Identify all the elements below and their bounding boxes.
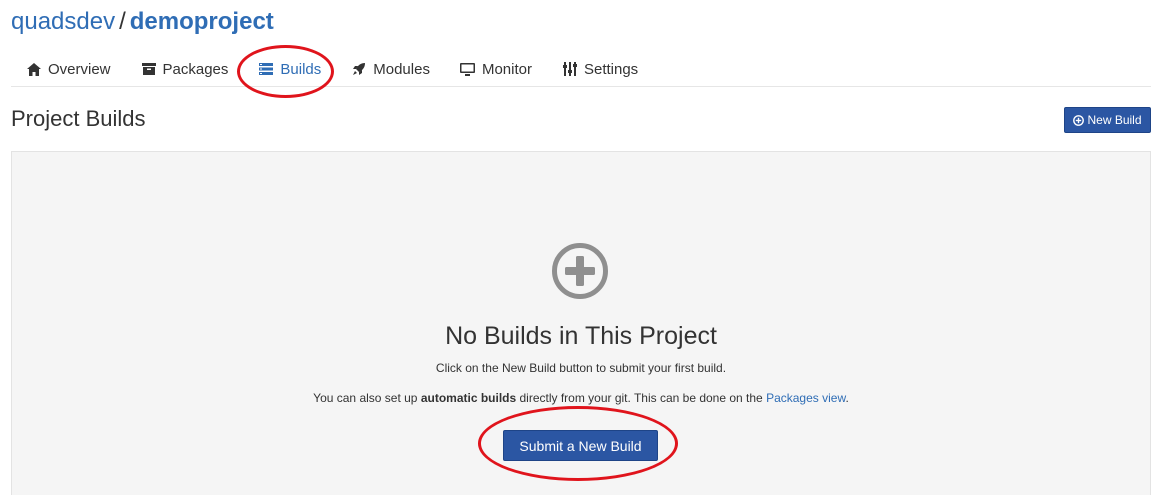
- plus-circle-icon: [551, 242, 609, 300]
- packages-view-link[interactable]: Packages view: [766, 391, 845, 405]
- tab-label: Settings: [583, 60, 639, 78]
- header-separator: /: [119, 8, 126, 35]
- new-build-label: New Build: [1087, 113, 1142, 127]
- list-icon: [258, 61, 274, 77]
- desktop-icon: [460, 61, 476, 77]
- tab-label: Builds: [280, 60, 322, 78]
- tab-packages[interactable]: Packages: [126, 52, 244, 87]
- tab-label: Modules: [373, 60, 430, 78]
- hint-text: directly from your git. This can be done…: [516, 391, 767, 405]
- tab-monitor[interactable]: Monitor: [445, 52, 547, 87]
- empty-state-hint: Click on the New Build button to submit …: [435, 361, 727, 375]
- rocket-icon: [351, 61, 367, 77]
- tab-builds[interactable]: Builds: [243, 52, 336, 87]
- sliders-icon: [562, 61, 578, 77]
- tab-overview[interactable]: Overview: [11, 52, 126, 87]
- tab-modules[interactable]: Modules: [336, 52, 445, 87]
- hint-text: .: [845, 391, 849, 405]
- archive-icon: [141, 61, 157, 77]
- plus-circle-small-icon: [1073, 114, 1085, 126]
- page: quadsdev / demoproject Overview Packages B…: [0, 0, 1169, 495]
- project-name[interactable]: demoproject: [130, 8, 274, 35]
- empty-state-automatic-hint: You can also set up automatic builds dir…: [0, 391, 1162, 405]
- new-build-button[interactable]: New Build: [1064, 107, 1151, 133]
- home-icon: [26, 61, 42, 77]
- project-header: quadsdev / demoproject: [11, 6, 274, 38]
- hint-bold: automatic builds: [420, 391, 517, 405]
- tab-settings[interactable]: Settings: [547, 52, 653, 87]
- tab-label: Overview: [48, 60, 111, 78]
- tab-label: Packages: [162, 60, 229, 78]
- empty-state-title: No Builds in This Project: [445, 322, 717, 350]
- hint-text: You can also set up: [313, 391, 421, 405]
- tab-label: Monitor: [481, 60, 532, 78]
- project-tabs: Overview Packages Builds Modules Monitor: [11, 52, 1151, 87]
- page-title: Project Builds: [11, 106, 146, 131]
- submit-new-build-button[interactable]: Submit a New Build: [503, 430, 658, 461]
- owner-link[interactable]: quadsdev: [11, 8, 115, 35]
